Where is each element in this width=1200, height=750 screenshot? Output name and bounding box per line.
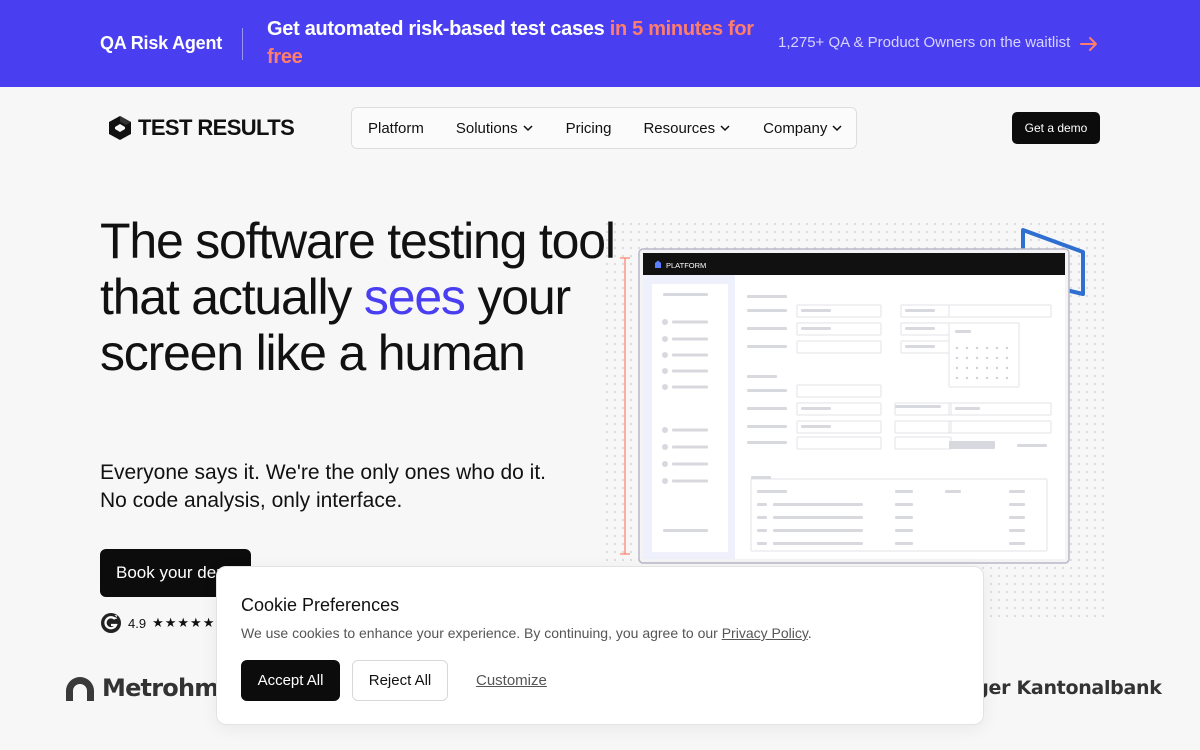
metrohm-logo-text: Metrohm bbox=[102, 674, 219, 702]
chevron-down-icon bbox=[832, 125, 842, 132]
main-nav: Platform Solutions Pricing Resources Com… bbox=[351, 107, 857, 149]
nav-item-platform[interactable]: Platform bbox=[368, 120, 424, 137]
nav-item-company[interactable]: Company bbox=[763, 120, 843, 137]
chevron-down-icon bbox=[720, 125, 730, 132]
banner-agent-label: QA Risk Agent bbox=[100, 33, 223, 53]
cookie-title: Cookie Preferences bbox=[241, 595, 400, 615]
get-demo-button[interactable]: Get a demo bbox=[1012, 112, 1100, 144]
metrohm-logo: Metrohm bbox=[64, 674, 219, 702]
hero-subtitle-line1: Everyone says it. We're the only ones wh… bbox=[100, 461, 547, 484]
nav-item-label: Resources bbox=[643, 119, 716, 137]
logo-text: TEST RESULTS bbox=[138, 115, 295, 140]
g2-logo-icon: 2 bbox=[101, 613, 121, 633]
nav-item-pricing[interactable]: Pricing bbox=[566, 120, 612, 137]
g2-rating[interactable]: 2 4.9 ★★★★★ bbox=[100, 612, 215, 634]
star-rating-icons: ★★★★★ bbox=[152, 615, 216, 630]
customize-link[interactable]: Customize bbox=[476, 672, 547, 689]
nav-item-label: Company bbox=[763, 119, 828, 137]
nav-item-label: Solutions bbox=[455, 119, 518, 137]
privacy-policy-link[interactable]: Privacy Policy bbox=[722, 625, 808, 641]
nav-item-label: Pricing bbox=[565, 119, 612, 137]
metrohm-mark-icon bbox=[66, 677, 94, 701]
kantonalbank-logo: uger Kantonalbank bbox=[962, 677, 1162, 699]
announcement-banner: QA Risk Agent Get automated risk-based t… bbox=[0, 0, 1200, 87]
hero-subtitle: Everyone says it. We're the only ones wh… bbox=[100, 459, 620, 515]
test-results-logo[interactable]: TEST RESULTS bbox=[106, 114, 295, 142]
waitlist-count[interactable]: 1,275+ QA & Product Owners on the waitli… bbox=[778, 34, 1070, 51]
nav-item-label: Platform bbox=[368, 119, 424, 137]
banner-headline[interactable]: Get automated risk-based test cases in 5… bbox=[267, 15, 757, 71]
cookie-text-end: . bbox=[807, 625, 812, 641]
nav-item-resources[interactable]: Resources bbox=[643, 120, 731, 137]
arrow-right-icon[interactable] bbox=[1078, 33, 1100, 55]
svg-text:2: 2 bbox=[115, 615, 118, 621]
nav-item-solutions[interactable]: Solutions bbox=[456, 120, 534, 137]
accept-all-button[interactable]: Accept All bbox=[241, 660, 340, 701]
cookie-preferences-dialog: Cookie Preferences We use cookies to enh… bbox=[216, 566, 984, 725]
reject-all-button[interactable]: Reject All bbox=[352, 660, 448, 701]
banner-headline-main: Get automated risk-based test cases bbox=[267, 18, 610, 40]
platform-illustration: PLATFORM bbox=[605, 222, 1105, 622]
rating-value: 4.9 bbox=[128, 615, 147, 631]
banner-divider bbox=[242, 28, 243, 60]
platform-label: PLATFORM bbox=[666, 261, 706, 270]
hero-title: The software testing tool that actually … bbox=[100, 213, 620, 381]
logo-mark-icon bbox=[109, 116, 131, 140]
hero-title-accent: sees bbox=[363, 269, 466, 325]
chevron-down-icon bbox=[523, 125, 533, 132]
cookie-text-body: We use cookies to enhance your experienc… bbox=[241, 625, 722, 641]
cookie-text: We use cookies to enhance your experienc… bbox=[241, 625, 812, 641]
hero-subtitle-line2: No code analysis, only interface. bbox=[100, 489, 403, 512]
